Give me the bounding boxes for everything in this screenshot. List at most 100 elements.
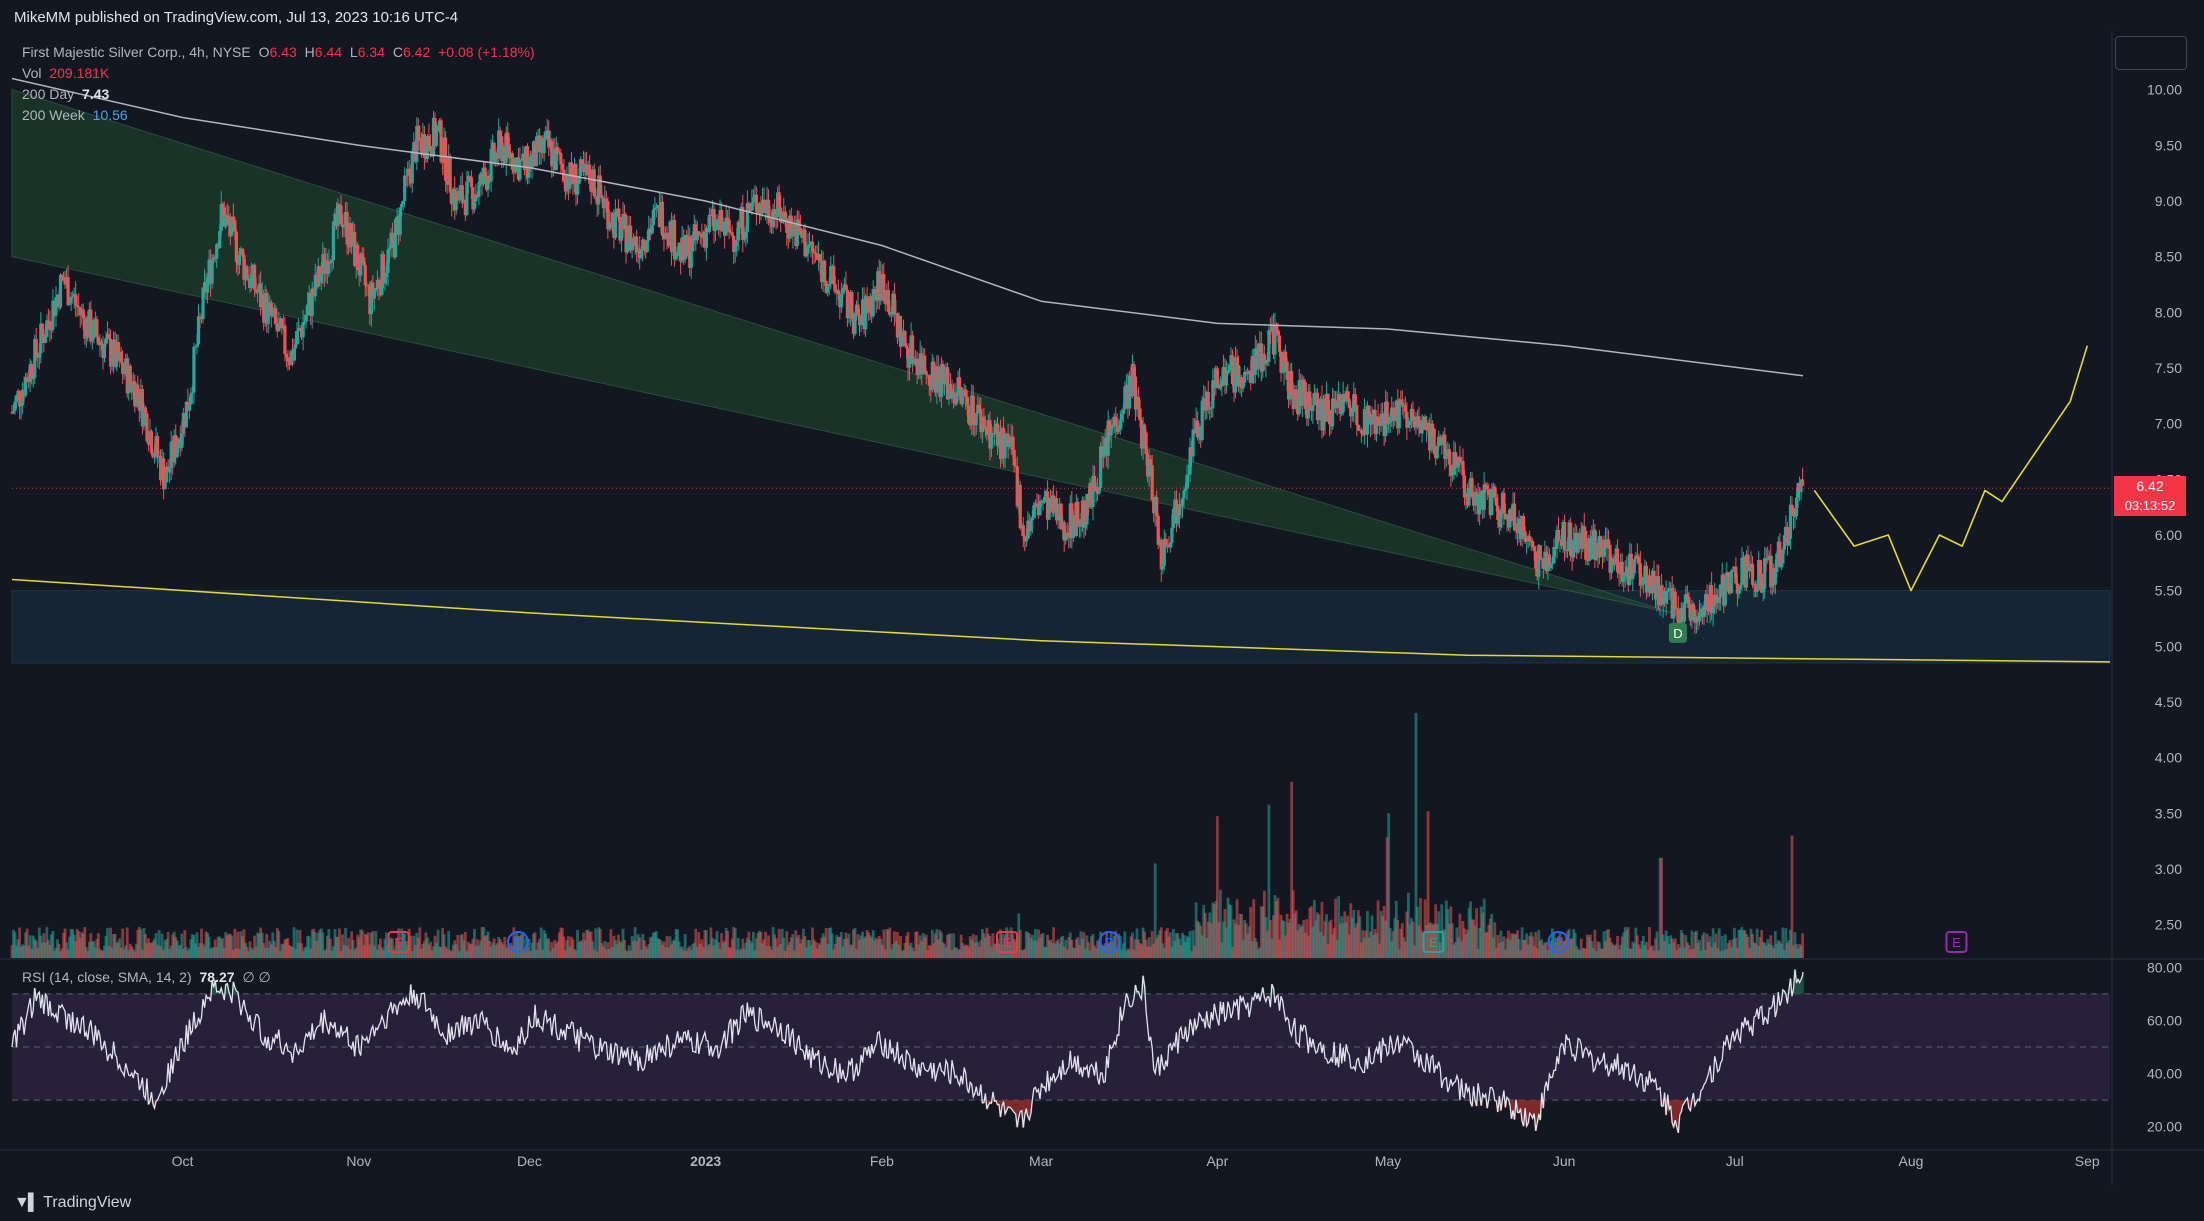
candle-body (1018, 484, 1022, 529)
wedge-channel (11, 88, 1673, 614)
candle-body (1431, 423, 1435, 429)
time-axis-label: May (1375, 1153, 1401, 1169)
footer: ▼▌ TradingView (0, 1186, 2204, 1221)
event-label: D (513, 935, 522, 950)
time-axis-label: Feb (870, 1153, 894, 1169)
candle-body (1311, 405, 1315, 411)
tv-logo-icon: ▼▌ (14, 1194, 39, 1211)
candle-body (95, 319, 99, 337)
price-axis-label: 7.00 (2155, 416, 2182, 432)
price-axis-label: 2.50 (2155, 917, 2182, 933)
ma200w-label: 200 Week (22, 107, 85, 123)
candle-body (1584, 530, 1588, 560)
price-axis-label: 8.00 (2155, 304, 2182, 320)
candle-body (665, 232, 669, 237)
open-value: 6.43 (269, 44, 297, 60)
candle-body (542, 139, 546, 154)
chart-canvas[interactable]: D E D E D E D E 10.00 9.50 9.00 8.50 8.00 7.50 7.00 6.… (0, 0, 2204, 1186)
time-axis-label: Jun (1553, 1153, 1576, 1169)
rsi-axis-label: 80.00 (2147, 959, 2182, 975)
price-axis-label: 3.00 (2155, 861, 2182, 877)
event-label: E (1429, 935, 1438, 950)
price-axis-label: 9.50 (2155, 137, 2182, 153)
candle-body (850, 291, 854, 320)
candle-body (1397, 399, 1401, 429)
candle-body (518, 159, 522, 180)
price-axis-label: 3.50 (2155, 805, 2182, 821)
time-axis-label: Jul (1726, 1153, 1744, 1169)
candle-body (192, 346, 196, 393)
candle-body (1150, 465, 1154, 501)
rsi-axis-label: 20.00 (2147, 1119, 2182, 1135)
candle-body (1171, 508, 1175, 528)
candle-body (958, 377, 962, 388)
countdown-tag: 03:13:52 (2114, 496, 2186, 516)
high-label: H (304, 44, 315, 60)
price-axis-label: 6.00 (2155, 527, 2182, 543)
event-label: E (1003, 935, 1012, 950)
brand-name: TradingView (43, 1194, 132, 1211)
candle-body (210, 260, 214, 284)
candle-body (530, 154, 534, 169)
indicator-lines (11, 77, 2111, 663)
legend-ma200w-row: 200 Week 10.56 (22, 107, 132, 123)
scale-box[interactable] (2115, 36, 2187, 70)
rsi-axis-label: 60.00 (2147, 1012, 2182, 1028)
price-axis-label: 10.00 (2147, 82, 2182, 98)
candle-body (754, 194, 759, 212)
time-axis-label: Dec (517, 1153, 542, 1169)
last-price-tag: 6.42 (2114, 476, 2186, 496)
candle-body (1800, 479, 1805, 486)
tradingview-logo[interactable]: ▼▌ TradingView (14, 1194, 131, 1212)
symbol-name: First Majestic Silver Corp., 4h, NYSE (22, 44, 251, 60)
time-axis-label: Sep (2075, 1153, 2100, 1169)
ma200d-value: 7.43 (82, 86, 110, 102)
candle-body (1277, 335, 1282, 352)
candle-body (283, 325, 287, 354)
event-label: E (394, 935, 403, 950)
candle-body (1775, 553, 1779, 573)
legend-rsi-row: RSI (14, close, SMA, 14, 2) 78.27 ∅ ∅ (22, 969, 275, 986)
candle-body (1121, 409, 1125, 415)
candle-body (1673, 591, 1677, 608)
vol-value: 209.181K (49, 65, 110, 81)
candle-body (1182, 490, 1186, 499)
event-label: E (1952, 935, 1961, 950)
candle-body (434, 130, 439, 146)
candle-body (1123, 386, 1127, 410)
rsi-axis-label: 40.00 (2147, 1066, 2182, 1082)
volume-bar (1790, 835, 1794, 958)
projection-path (1813, 345, 2089, 592)
price-axis-label: 4.50 (2155, 694, 2182, 710)
price-axis-label: 7.50 (2155, 360, 2182, 376)
candle-body (689, 251, 693, 268)
low-label: L (349, 44, 358, 60)
candle-body (1353, 394, 1357, 406)
volume-bar (1801, 933, 1804, 958)
event-label: D (1105, 935, 1114, 950)
candle-body (1723, 578, 1727, 606)
price-axis-label: 4.00 (2155, 750, 2182, 766)
time-axis-label: Nov (346, 1153, 371, 1169)
ma200d-label: 200 Day (22, 86, 75, 102)
candle-body (469, 177, 473, 188)
candle-body (924, 371, 928, 376)
zones (11, 88, 2111, 664)
candle-body (865, 296, 869, 308)
ma200w-value: 10.56 (92, 107, 128, 123)
candle-body (575, 184, 580, 195)
price-axis-label: 5.00 (2155, 638, 2182, 654)
candle-body (92, 319, 96, 339)
candle-body (410, 150, 414, 184)
volume-bars (10, 712, 1804, 958)
rsi-pane (11, 969, 2110, 1134)
candle-body (336, 204, 340, 227)
close-value: 6.42 (402, 44, 431, 60)
high-value: 6.44 (314, 44, 343, 60)
rsi-value: 78.27 (199, 969, 235, 985)
low-value: 6.34 (357, 44, 385, 60)
legend-symbol-row: First Majestic Silver Corp., 4h, NYSE O6… (22, 44, 539, 60)
candle-body (1550, 563, 1555, 565)
price-axis-label: 5.50 (2155, 583, 2182, 599)
price-axis-label: 8.50 (2155, 249, 2182, 265)
